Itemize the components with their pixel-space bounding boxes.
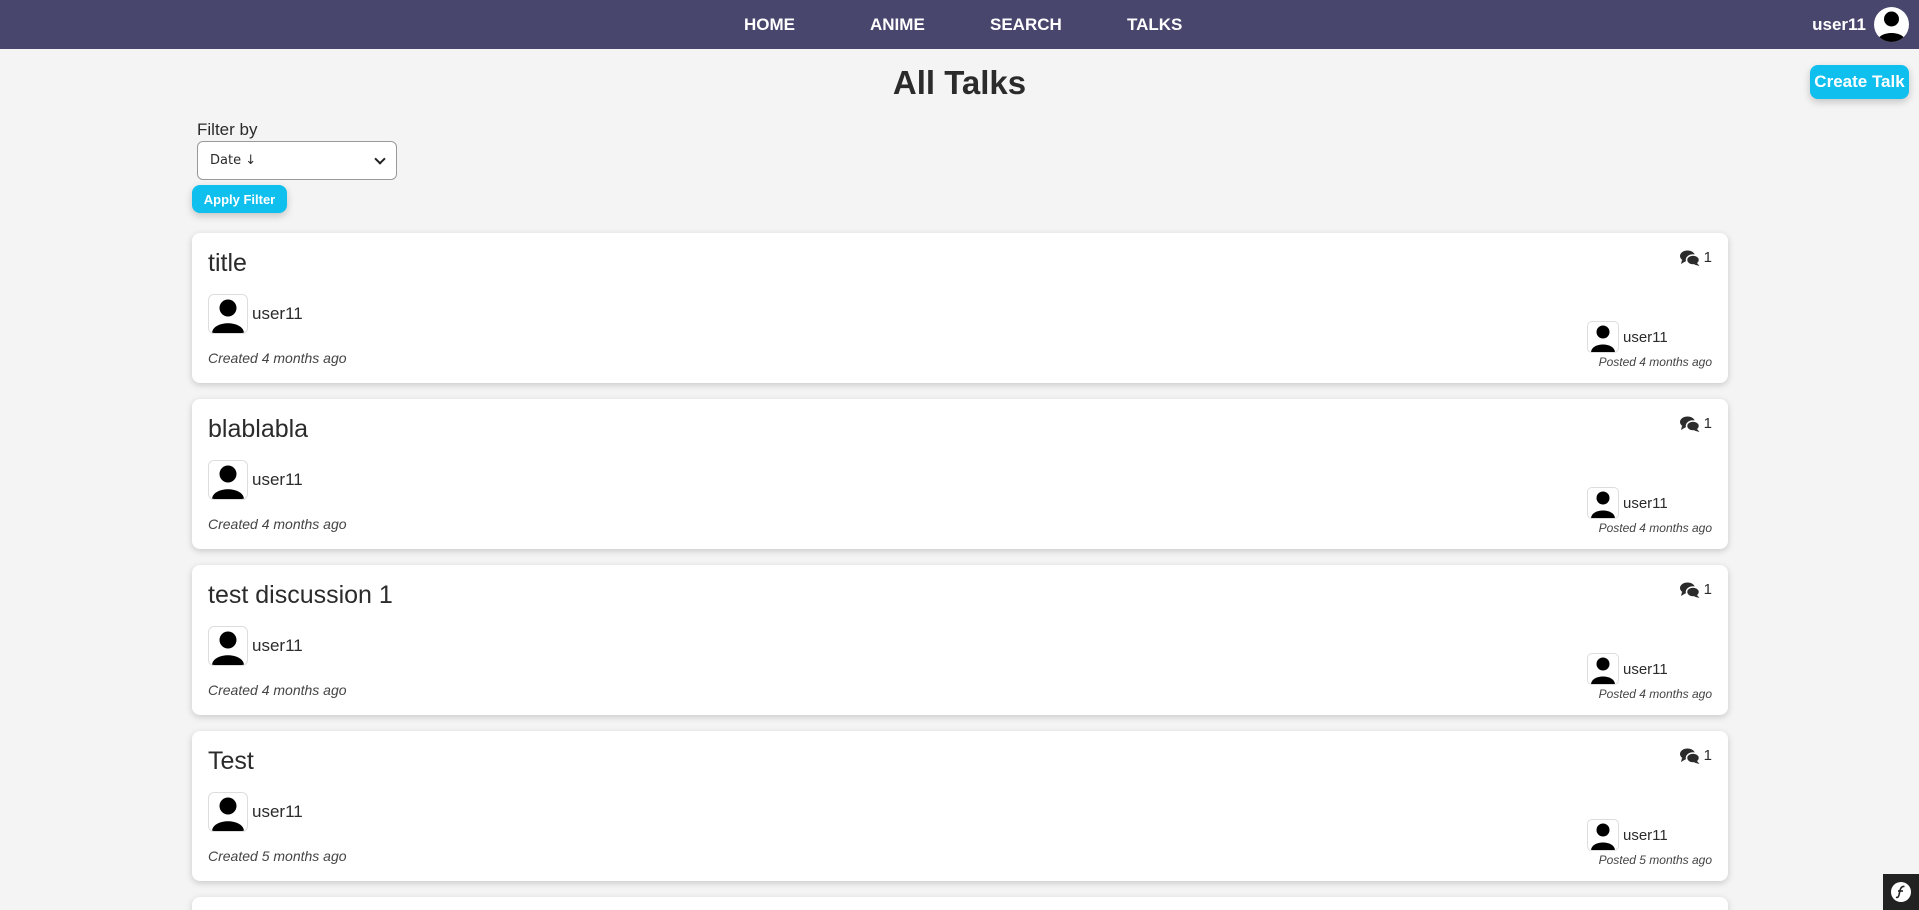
talk-title[interactable]: title: [208, 249, 247, 278]
comments-icon: [1679, 582, 1700, 598]
last-post: user11 Posted 4 months ago: [1587, 321, 1712, 369]
talk-card-partial[interactable]: [192, 897, 1728, 910]
nav-link-anime[interactable]: ANIME: [870, 15, 925, 35]
author-avatar-icon: [208, 294, 248, 334]
created-time: Created 4 months ago: [208, 682, 347, 698]
author-avatar-icon: [208, 460, 248, 500]
posted-time: Posted 4 months ago: [1598, 355, 1712, 369]
comment-count-value: 1: [1703, 747, 1712, 764]
last-post: user11 Posted 4 months ago: [1587, 653, 1712, 701]
talk-author: user11: [208, 792, 303, 832]
nav-link-talks[interactable]: TALKS: [1127, 15, 1182, 35]
comment-count: 1: [1679, 415, 1712, 432]
nav-link-home[interactable]: HOME: [744, 15, 795, 35]
top-navbar: HOME ANIME SEARCH TALKS user11: [0, 0, 1919, 49]
posted-time: Posted 5 months ago: [1598, 853, 1712, 867]
talk-card[interactable]: test discussion 1 user11 Created 4 month…: [192, 565, 1728, 715]
posted-time: Posted 4 months ago: [1598, 687, 1712, 701]
author-name: user11: [252, 304, 303, 323]
nav-link-search[interactable]: SEARCH: [990, 15, 1062, 35]
last-author-avatar-icon: [1587, 819, 1619, 851]
user-menu[interactable]: user11: [1812, 0, 1909, 49]
author-avatar-icon: [208, 792, 248, 832]
comments-icon: [1679, 416, 1700, 432]
author-name: user11: [252, 470, 303, 489]
last-author-avatar-icon: [1587, 653, 1619, 685]
last-author-name: user11: [1623, 660, 1668, 678]
talk-author: user11: [208, 626, 303, 666]
comment-count-value: 1: [1703, 415, 1712, 432]
author-name: user11: [252, 636, 303, 655]
page-title: All Talks: [892, 64, 1027, 101]
last-post-author: user11: [1587, 819, 1712, 851]
talk-card[interactable]: Test user11 Created 5 months ago 1 user1…: [192, 731, 1728, 881]
last-author-name: user11: [1623, 328, 1668, 346]
last-post-author: user11: [1587, 487, 1712, 519]
talk-author: user11: [208, 294, 303, 334]
last-author-avatar-icon: [1587, 487, 1619, 519]
chevron-down-icon: [374, 152, 386, 165]
created-time: Created 4 months ago: [208, 516, 347, 532]
last-post-author: user11: [1587, 321, 1712, 353]
talk-title[interactable]: blablabla: [208, 415, 308, 444]
last-post-author: user11: [1587, 653, 1712, 685]
talk-title[interactable]: Test: [208, 747, 254, 776]
last-author-name: user11: [1623, 826, 1668, 844]
comment-count: 1: [1679, 747, 1712, 764]
comment-count-value: 1: [1703, 249, 1712, 266]
last-author-avatar-icon: [1587, 321, 1619, 353]
filter-select[interactable]: Date ↓: [197, 141, 397, 180]
posted-time: Posted 4 months ago: [1598, 521, 1712, 535]
created-time: Created 4 months ago: [208, 350, 347, 366]
talk-title[interactable]: test discussion 1: [208, 581, 393, 610]
comment-count-value: 1: [1703, 581, 1712, 598]
comments-icon: [1679, 748, 1700, 764]
nav-user-name: user11: [1812, 14, 1866, 34]
created-time: Created 5 months ago: [208, 848, 347, 864]
comments-icon: [1679, 250, 1700, 266]
symfony-toolbar-icon[interactable]: [1883, 874, 1919, 910]
last-post: user11 Posted 5 months ago: [1587, 819, 1712, 867]
author-avatar-icon: [208, 626, 248, 666]
talk-author: user11: [208, 460, 303, 500]
last-post: user11 Posted 4 months ago: [1587, 487, 1712, 535]
comment-count: 1: [1679, 581, 1712, 598]
user-avatar-icon: [1874, 7, 1909, 42]
author-name: user11: [252, 802, 303, 821]
talk-card[interactable]: title user11 Created 4 months ago 1 user…: [192, 233, 1728, 383]
filter-label: Filter by: [197, 120, 258, 139]
last-author-name: user11: [1623, 494, 1668, 512]
filter-selected-value: Date ↓: [210, 153, 257, 168]
talk-card[interactable]: blablabla user11 Created 4 months ago 1 …: [192, 399, 1728, 549]
comment-count: 1: [1679, 249, 1712, 266]
apply-filter-button[interactable]: Apply Filter: [192, 185, 287, 213]
